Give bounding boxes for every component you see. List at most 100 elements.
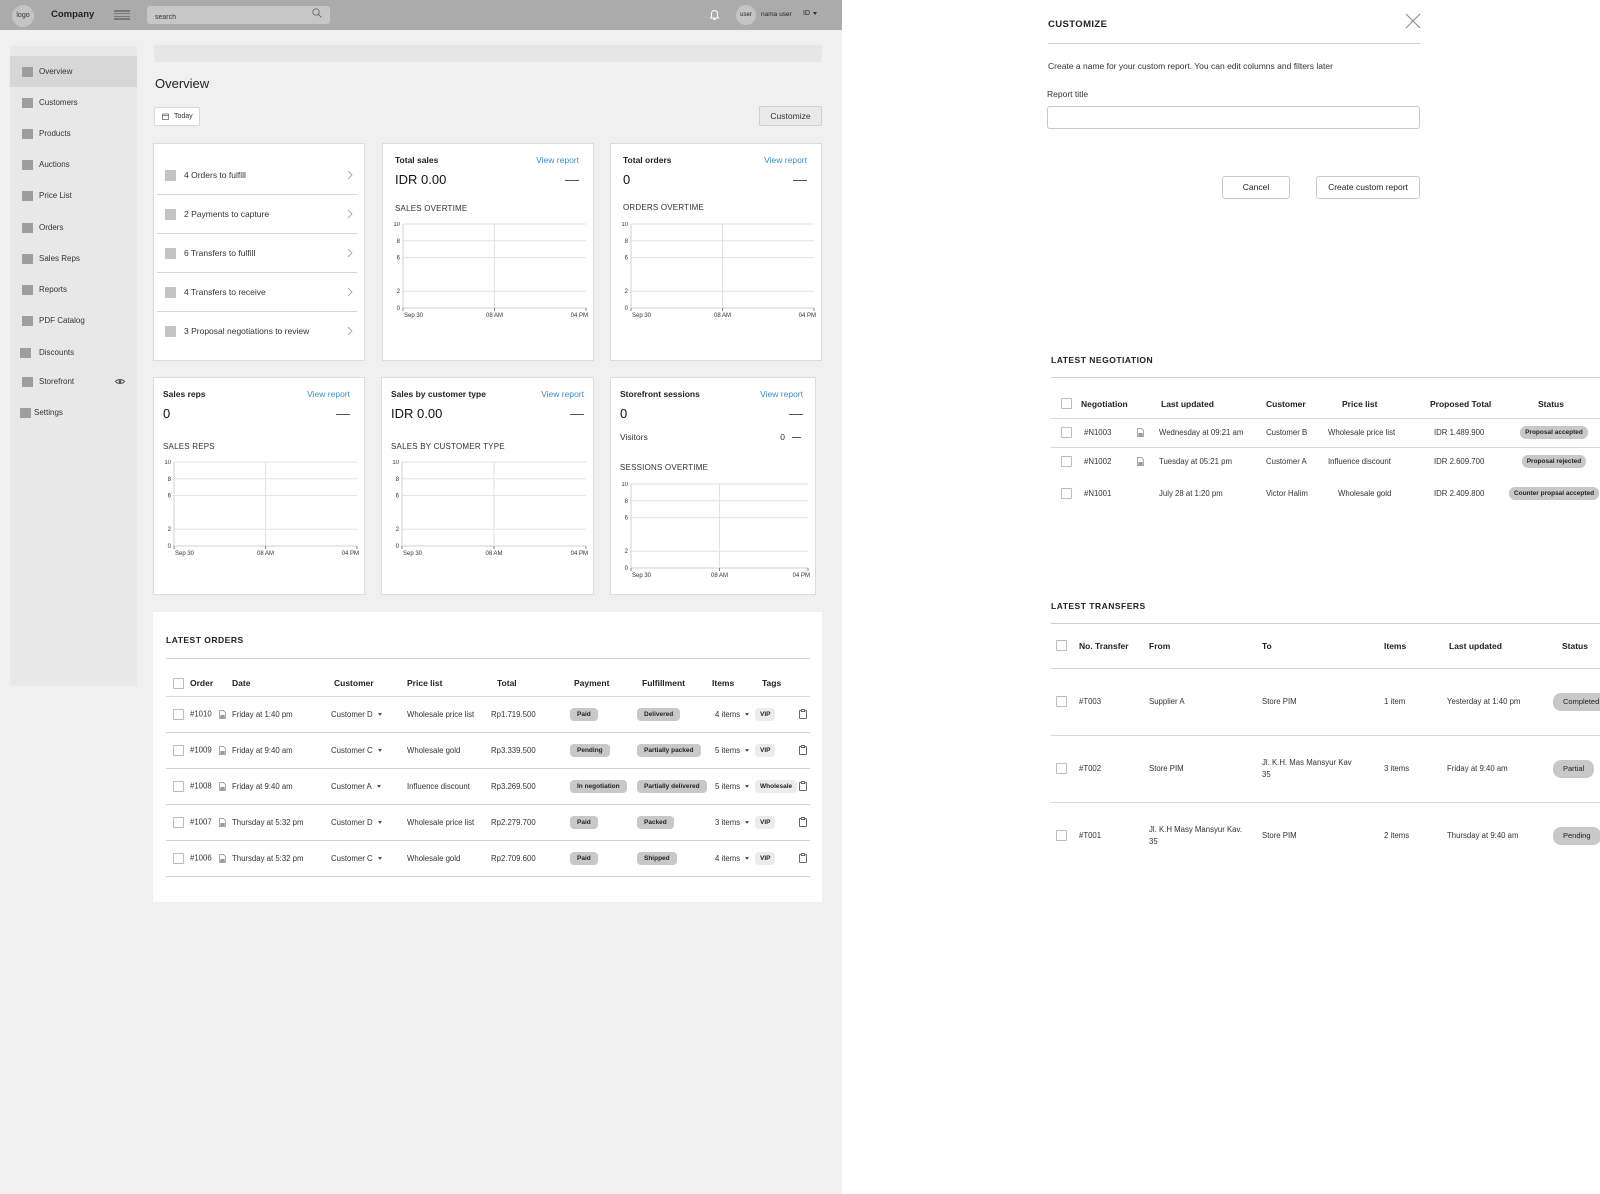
row-checkbox[interactable] (1061, 427, 1072, 438)
table-row[interactable]: #T001 Jl. K.H Masy Mansyur Kav. 35 Store P… (1051, 802, 1600, 869)
document-icon[interactable] (219, 745, 226, 755)
chevron-down-icon[interactable] (376, 784, 381, 788)
select-all-checkbox[interactable] (1056, 640, 1067, 652)
page-title: Overview (155, 76, 210, 91)
y-tick-label: 0 (625, 566, 629, 572)
order-date: Friday at 9:40 am (232, 768, 331, 805)
clipboard-icon[interactable] (799, 781, 807, 791)
row-checkbox[interactable] (173, 780, 184, 792)
chevron-down-icon[interactable] (745, 712, 750, 716)
customize-button[interactable]: Customize (759, 106, 822, 126)
clipboard-icon[interactable] (799, 853, 807, 863)
sidebar-item-pdf-catalog[interactable]: PDF Catalog (10, 305, 137, 336)
table-row[interactable]: #N1003 Wednesday at 09:21 am Customer B Who… (1051, 418, 1600, 448)
search-icon[interactable] (312, 8, 322, 18)
sidebar-item-settings[interactable]: Settings (10, 397, 137, 428)
cancel-button[interactable]: Cancel (1222, 176, 1290, 199)
sidebar-item-overview[interactable]: Overview (10, 56, 137, 87)
document-icon[interactable] (219, 709, 226, 719)
eye-icon[interactable] (115, 378, 125, 385)
sidebar-item-discounts[interactable]: Discounts (10, 337, 137, 368)
table-row[interactable]: #T003 Supplier A Store PIM 1 item Yesterday … (1051, 668, 1600, 736)
chevron-down-icon[interactable] (377, 712, 382, 716)
chevron-down-icon[interactable] (745, 748, 750, 752)
order-id[interactable]: #1006 (190, 853, 212, 862)
table-row[interactable]: #T002 Store PIM Jl. K.H. Mas Mansyur Kav 3… (1051, 735, 1600, 803)
table-row[interactable]: #N1002 Tuesday at 05:21 pm Customer A Influ… (1051, 447, 1600, 476)
row-checkbox[interactable] (1056, 695, 1067, 707)
x-tick-label: 04 PM (571, 551, 588, 557)
table-row[interactable]: #1006 Thursday at 5:32 pm Customer C Whole… (166, 840, 810, 877)
table-row[interactable]: #1010 Friday at 1:40 pm Customer D Wholesa… (166, 696, 810, 733)
sidebar-item-storefront[interactable]: Storefront (10, 366, 137, 397)
order-id[interactable]: #1008 (190, 781, 212, 790)
row-checkbox[interactable] (1056, 830, 1067, 842)
menu-icon[interactable] (114, 10, 130, 20)
row-checkbox[interactable] (173, 816, 184, 828)
todo-item[interactable]: 6 Transfers to fulfill (157, 234, 357, 273)
clipboard-icon[interactable] (799, 709, 807, 719)
view-report-link[interactable]: View report (536, 155, 579, 165)
select-all-checkbox[interactable] (173, 677, 184, 689)
chevron-down-icon[interactable] (745, 820, 750, 824)
order-id[interactable]: #1009 (190, 745, 212, 754)
chevron-down-icon[interactable] (745, 784, 750, 788)
report-title-input[interactable] (1047, 106, 1420, 129)
sidebar-item-price-list[interactable]: Price List (10, 180, 137, 211)
chevron-down-icon[interactable] (377, 820, 382, 824)
negotiation-id[interactable]: #N1003 (1081, 418, 1137, 448)
create-custom-report-button[interactable]: Create custom report (1316, 176, 1420, 199)
document-icon[interactable] (219, 781, 226, 791)
todo-item[interactable]: 4 Transfers to receive (157, 273, 357, 312)
row-checkbox[interactable] (1061, 488, 1072, 499)
search-input[interactable] (147, 8, 307, 27)
order-id[interactable]: #1010 (190, 709, 212, 718)
row-checkbox[interactable] (173, 708, 184, 720)
sidebar-item-sales-reps[interactable]: Sales Reps (10, 243, 137, 274)
chevron-down-icon[interactable] (745, 856, 750, 860)
transfer-id[interactable]: #T002 (1079, 735, 1149, 803)
logo[interactable]: logo (12, 5, 34, 27)
bell-icon[interactable] (709, 9, 720, 21)
row-checkbox[interactable] (1061, 456, 1072, 468)
language-selector[interactable]: ID (803, 10, 817, 17)
chevron-down-icon[interactable] (377, 856, 382, 860)
view-report-link[interactable]: View report (307, 389, 350, 399)
table-row[interactable]: #N1001 July 28 at 1:20 pm Victor Halim Whol… (1051, 476, 1600, 511)
chevron-down-icon[interactable] (377, 748, 382, 752)
table-row[interactable]: #1008 Friday at 9:40 am Customer A Influen… (166, 768, 810, 805)
negotiation-id[interactable]: #N1001 (1081, 476, 1137, 511)
sidebar-item-customers[interactable]: Customers (10, 87, 137, 118)
todo-item[interactable]: 4 Orders to fulfill (157, 156, 357, 195)
avatar[interactable]: user (736, 5, 756, 25)
select-all-checkbox[interactable] (1061, 398, 1072, 410)
document-icon[interactable] (1137, 457, 1144, 467)
negotiation-id[interactable]: #N1002 (1081, 447, 1137, 476)
table-row[interactable]: #1007 Thursday at 5:32 pm Customer D Whole… (166, 804, 810, 841)
table-row[interactable]: #1009 Friday at 9:40 am Customer C Wholesa… (166, 732, 810, 769)
sidebar-item-auctions[interactable]: Auctions (10, 149, 137, 180)
transfer-id[interactable]: #T003 (1079, 668, 1149, 736)
close-icon[interactable] (1405, 13, 1421, 29)
row-checkbox[interactable] (173, 744, 184, 756)
order-id[interactable]: #1007 (190, 817, 212, 826)
clipboard-icon[interactable] (799, 817, 807, 827)
date-filter-button[interactable]: Today (154, 107, 200, 126)
document-icon[interactable] (1137, 428, 1144, 438)
todo-label: 3 Proposal negotiations to review (184, 326, 310, 336)
user-name[interactable]: nama user (761, 11, 792, 18)
document-icon[interactable] (219, 817, 226, 827)
row-checkbox[interactable] (1056, 762, 1067, 774)
transfer-id[interactable]: #T001 (1079, 802, 1149, 869)
sidebar-item-products[interactable]: Products (10, 118, 137, 149)
sidebar-item-reports[interactable]: Reports (10, 274, 137, 305)
row-checkbox[interactable] (173, 852, 184, 864)
view-report-link[interactable]: View report (541, 389, 584, 399)
todo-item[interactable]: 2 Payments to capture (157, 195, 357, 234)
todo-item[interactable]: 3 Proposal negotiations to review (157, 312, 357, 351)
view-report-link[interactable]: View report (760, 389, 803, 399)
view-report-link[interactable]: View report (764, 155, 807, 165)
sidebar-item-orders[interactable]: Orders (10, 212, 137, 243)
document-icon[interactable] (219, 853, 226, 863)
clipboard-icon[interactable] (799, 745, 807, 755)
